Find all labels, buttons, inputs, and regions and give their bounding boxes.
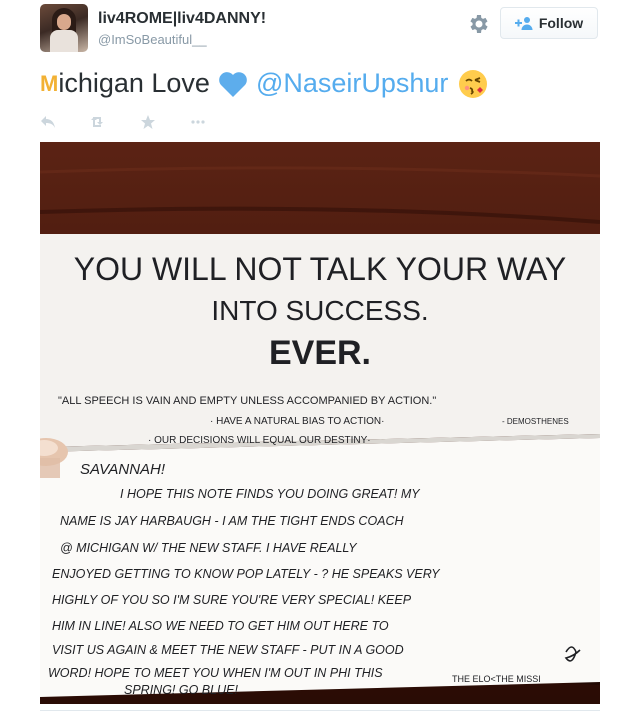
note-body-line: I HOPE THIS NOTE FINDS YOU DOING GREAT! … [120,487,421,501]
user-display-name[interactable]: liv4ROME|liv4DANNY! [98,10,266,28]
avatar-body [50,30,78,52]
note-body-line: WORD! HOPE TO MEET YOU WHEN I'M OUT IN P… [48,666,383,680]
note-quote: "ALL SPEECH IS VAIN AND EMPTY UNLESS ACC… [58,395,436,407]
tweet-photo[interactable]: YOU WILL NOT TALK YOUR WAY INTO SUCCESS.… [40,142,600,704]
note-bullet-2: · OUR DECISIONS WILL EQUAL OUR DESTINY· [148,435,371,446]
tweet-text: M ichigan Love @NaseirUpshur [40,68,488,99]
tweet-actions [40,112,240,132]
note-body-line: HIGHLY OF YOU SO I'M SURE YOU'RE VERY SP… [52,593,412,607]
user-avatar[interactable] [40,4,88,52]
mention-link[interactable]: @NaseirUpshur [256,68,448,99]
note-headline-3: EVER. [269,334,371,372]
kissing-face-icon [458,69,488,99]
favorite-icon[interactable] [140,114,156,130]
note-greeting: SAVANNAH! [80,461,166,478]
user-handle[interactable]: @ImSoBeautiful__ [98,32,207,47]
follow-button[interactable]: Follow [500,7,598,39]
note-bullet-1: · HAVE A NATURAL BIAS TO ACTION· [210,416,385,427]
blue-heart-icon [218,70,248,98]
michigan-block-m-logo: M [40,70,58,96]
note-signoff: THE ELO<THE MISSI [452,674,541,684]
note-headline-2: INTO SUCCESS. [211,295,428,326]
note-body-line: VISIT US AGAIN & MEET THE NEW STAFF - PU… [52,643,404,657]
divider [40,710,600,711]
note-body-line: @ MICHIGAN W/ THE NEW STAFF. I HAVE REAL… [60,541,358,555]
note-quote-attribution: - DEMOSTHENES [502,417,569,426]
tweet-text-body: ichigan Love [58,68,210,98]
reply-icon[interactable] [40,114,56,130]
note-body-line: HIM IN LINE! ALSO WE NEED TO GET HIM OUT… [52,619,389,633]
note-headline-1: YOU WILL NOT TALK YOUR WAY [74,251,567,287]
note-body-line: SPRING! GO BLUE! [124,683,238,697]
more-icon[interactable] [190,114,206,130]
note-body-line: ENJOYED GETTING TO KNOW POP LATELY - ? H… [52,567,441,581]
handwritten-note-photo: YOU WILL NOT TALK YOUR WAY INTO SUCCESS.… [40,142,600,704]
retweet-icon[interactable] [90,114,106,130]
avatar-face [57,14,71,30]
add-user-icon [514,17,533,30]
gear-icon[interactable] [466,12,490,36]
follow-label: Follow [538,15,584,31]
note-body-line: NAME IS JAY HARBAUGH - I AM THE TIGHT EN… [60,514,405,528]
